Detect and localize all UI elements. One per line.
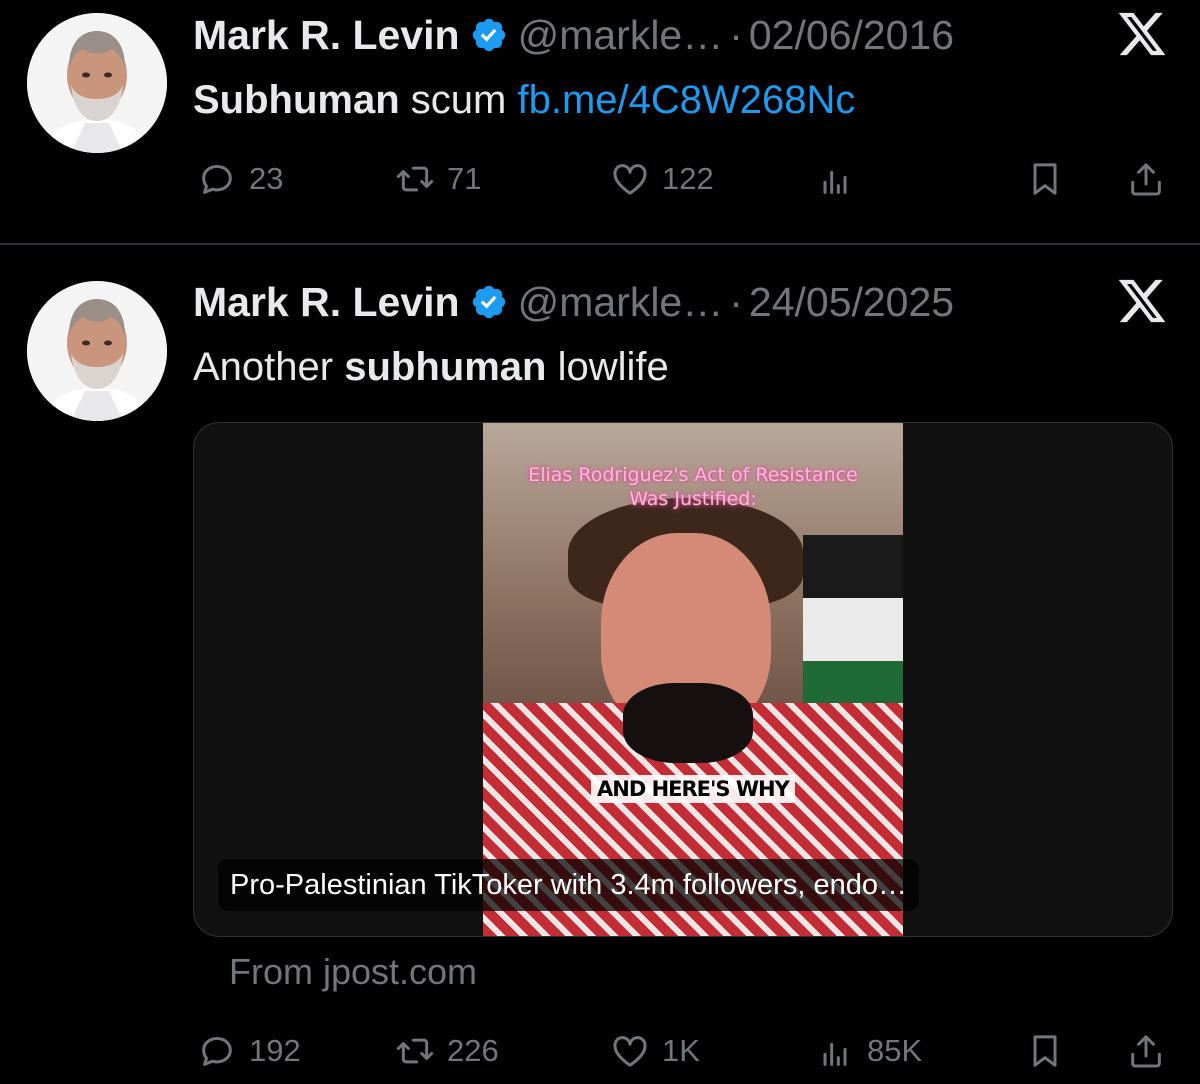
link-card-media[interactable]: Elias Rodriguez's Act of Resistance Was …	[193, 422, 1173, 937]
reply-icon	[197, 1031, 237, 1071]
verified-badge-icon[interactable]	[470, 283, 508, 321]
like-count: 1K	[662, 1033, 700, 1068]
bookmark-icon	[1025, 159, 1065, 199]
avatar-photo-icon	[27, 13, 167, 153]
shirt-collar	[623, 683, 753, 763]
views-icon	[815, 159, 855, 199]
share-button[interactable]	[1126, 1027, 1166, 1075]
tweet-1[interactable]: Mark R. Levin @markle… · 02/06/2016 Subh…	[0, 0, 1200, 243]
share-icon	[1126, 159, 1166, 199]
reply-icon	[197, 159, 237, 199]
tweet-text: Subhuman scum fb.me/4C8W268Nc	[193, 78, 855, 123]
flag-background	[803, 535, 903, 725]
repost-count: 226	[447, 1033, 499, 1068]
link-card-caption[interactable]: Pro-Palestinian TikToker with 3.4m follo…	[218, 859, 919, 911]
like-button[interactable]: 1K	[610, 1027, 700, 1075]
tweet-text: Another subhuman lowlife	[193, 345, 669, 390]
reply-button[interactable]: 192	[197, 1027, 301, 1075]
bookmark-icon	[1025, 1031, 1065, 1071]
tweet-text-pre: Another	[193, 345, 345, 389]
author-handle[interactable]: @markle…	[518, 279, 724, 326]
author-name[interactable]: Mark R. Levin	[193, 279, 460, 326]
tweet-text-bold: subhuman	[344, 345, 547, 389]
x-logo-icon	[1116, 275, 1168, 327]
avatar[interactable]	[27, 281, 167, 421]
video-overlay-subtitle: AND HERE'S WHY	[591, 775, 795, 803]
repost-count: 71	[447, 161, 482, 196]
like-count: 122	[662, 161, 714, 196]
tweet-header: Mark R. Levin @markle… · 02/06/2016	[193, 10, 954, 60]
x-logo-icon	[1116, 8, 1168, 60]
action-bar: 192 226 1K 85K	[193, 1027, 1173, 1075]
repost-button[interactable]: 226	[395, 1027, 499, 1075]
tweet-text-post: lowlife	[546, 345, 669, 389]
repost-icon	[395, 159, 435, 199]
tweet-date[interactable]: 24/05/2025	[749, 279, 954, 326]
bookmark-button[interactable]	[1025, 1027, 1065, 1075]
video-overlay-headline: Elias Rodriguez's Act of Resistance Was …	[483, 463, 903, 511]
action-bar: 23 71 122	[193, 155, 1173, 203]
views-count: 85K	[867, 1033, 923, 1068]
overlay-line-2: Was Justified:	[629, 488, 757, 510]
verified-badge-icon[interactable]	[470, 16, 508, 54]
like-icon	[610, 1031, 650, 1071]
views-button[interactable]: 85K	[815, 1027, 922, 1075]
reply-count: 23	[249, 161, 284, 196]
avatar[interactable]	[27, 13, 167, 153]
avatar-photo-icon	[27, 281, 167, 421]
separator-dot: ·	[729, 11, 743, 58]
repost-button[interactable]: 71	[395, 155, 481, 203]
repost-icon	[395, 1031, 435, 1071]
share-icon	[1126, 1031, 1166, 1071]
bookmark-button[interactable]	[1025, 155, 1065, 203]
like-button[interactable]: 122	[610, 155, 714, 203]
like-icon	[610, 159, 650, 199]
tweet-text-bold: Subhuman	[193, 78, 400, 122]
views-button[interactable]	[815, 155, 867, 203]
tweet-header: Mark R. Levin @markle… · 24/05/2025	[193, 277, 954, 327]
tweet-2[interactable]: Mark R. Levin @markle… · 24/05/2025 Anot…	[0, 245, 1200, 1084]
reply-button[interactable]: 23	[197, 155, 283, 203]
tweet-text-plain: scum	[399, 78, 518, 122]
reply-count: 192	[249, 1033, 301, 1068]
views-icon	[815, 1031, 855, 1071]
author-handle[interactable]: @markle…	[518, 12, 724, 59]
link-source[interactable]: From jpost.com	[229, 951, 477, 993]
separator-dot: ·	[729, 278, 743, 325]
tweet-date[interactable]: 02/06/2016	[749, 12, 954, 59]
author-name[interactable]: Mark R. Levin	[193, 12, 460, 59]
share-button[interactable]	[1126, 155, 1166, 203]
tweet-link[interactable]: fb.me/4C8W268Nc	[517, 78, 855, 122]
overlay-line-1: Elias Rodriguez's Act of Resistance	[528, 464, 858, 486]
